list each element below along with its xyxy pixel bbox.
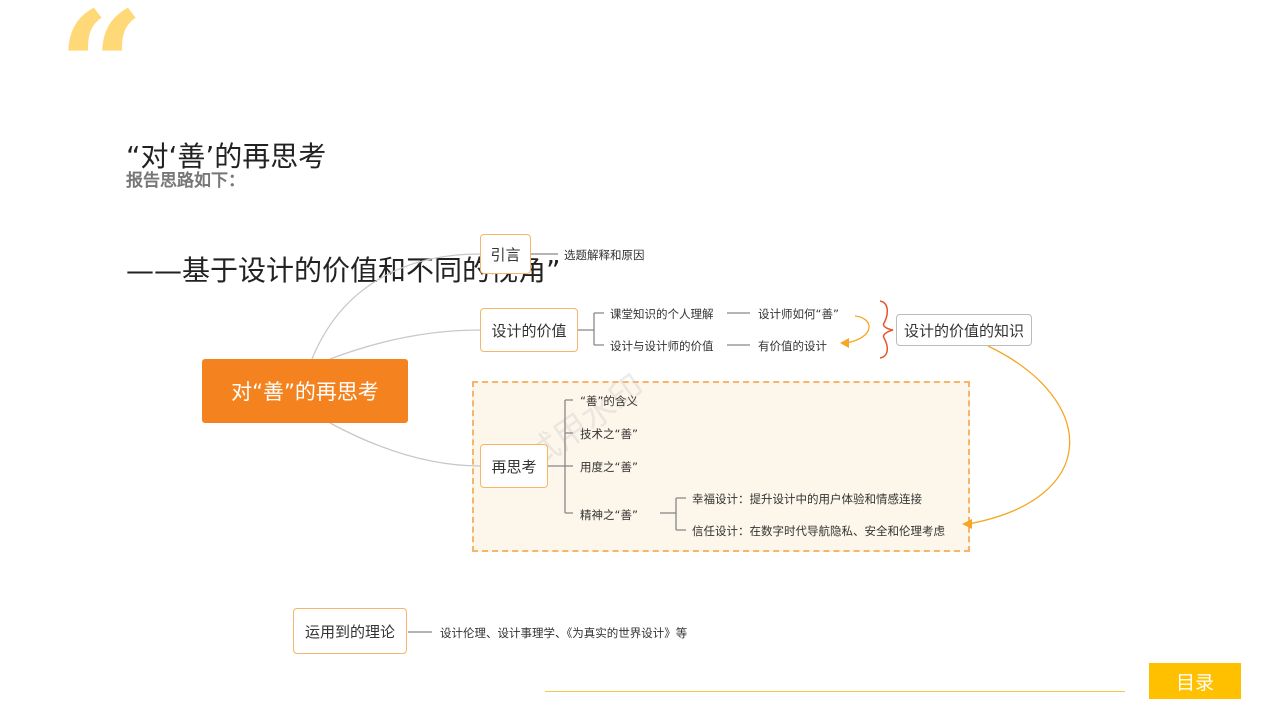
- connector-root-intro: [311, 253, 481, 360]
- mindmap-connectors: [311, 253, 1071, 633]
- arrow-to-valuable-design: [845, 315, 870, 344]
- value-item-2-detail: 有价值的设计: [758, 339, 827, 353]
- branch-rethink: 再思考: [480, 444, 548, 488]
- value-item-1: 课堂知识的个人理解: [610, 307, 714, 321]
- connector-root-rethink: [329, 422, 481, 467]
- toc-button[interactable]: 目录: [1149, 663, 1241, 699]
- footer-divider: [545, 691, 1125, 692]
- value-item-2: 设计与设计师的价值: [610, 339, 714, 353]
- branch-intro: 引言: [480, 234, 531, 274]
- theory-node: 运用到的理论: [293, 608, 407, 654]
- rethink-item-1: “善”的含义: [580, 394, 638, 408]
- arrow-to-trust-design: [967, 345, 1071, 525]
- rethink-item-3: 用度之“善”: [580, 460, 638, 474]
- intro-detail: 选题解释和原因: [564, 248, 645, 262]
- spirit-item-1: 幸福设计：提升设计中的用户体验和情感连接: [692, 492, 922, 506]
- theory-detail: 设计伦理、设计事理学、《为真实的世界设计》等: [440, 626, 688, 640]
- rethink-item-4: 精神之“善”: [580, 508, 638, 522]
- connector-root-value: [329, 329, 481, 360]
- root-node: 对“善”的再思考: [202, 359, 408, 423]
- value-summary-node: 设计的价值的知识: [896, 314, 1032, 346]
- branch-value: 设计的价值: [480, 308, 578, 352]
- rethink-item-2: 技术之“善”: [580, 427, 638, 441]
- value-item-1-detail: 设计师如何“善”: [758, 307, 839, 321]
- curly-brace: [879, 300, 894, 359]
- spirit-item-2: 信任设计：在数字时代导航隐私、安全和伦理考虑: [692, 524, 945, 538]
